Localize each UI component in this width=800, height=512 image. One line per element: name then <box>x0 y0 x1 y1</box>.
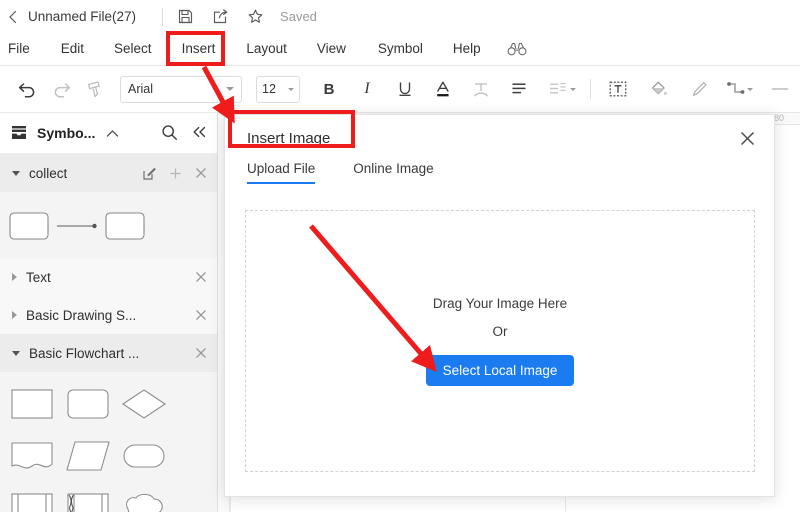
save-status: Saved <box>280 9 317 24</box>
text-box-icon[interactable] <box>605 76 631 102</box>
font-size-value: 12 <box>262 82 276 96</box>
toolbar: Arial 12 B I <box>0 66 800 112</box>
tab-online-image[interactable]: Online Image <box>353 161 433 184</box>
chevron-right-icon <box>12 311 17 319</box>
shape-document[interactable] <box>8 432 56 480</box>
font-family-select[interactable]: Arial <box>120 75 242 103</box>
format-painter-icon[interactable] <box>82 76 108 102</box>
save-floppy-icon[interactable] <box>177 8 194 25</box>
sidebar-section-text[interactable]: Text <box>0 258 217 296</box>
redo-icon[interactable] <box>48 76 74 102</box>
back-icon[interactable] <box>0 0 26 33</box>
double-chevron-left-icon[interactable] <box>192 126 207 141</box>
sidebar-section-collect[interactable]: collect <box>0 154 217 192</box>
document-title: Unnamed File(27) <box>28 9 137 24</box>
italic-button[interactable]: I <box>354 76 380 102</box>
minus-icon[interactable] <box>767 76 793 102</box>
shape-rounded-rectangle[interactable] <box>64 380 112 428</box>
edit-icon[interactable] <box>143 167 156 180</box>
sidebar-section-basic-flowchart[interactable]: Basic Flowchart ... <box>0 334 217 372</box>
shape-rounded-rectangle[interactable] <box>102 204 148 248</box>
fill-bucket-icon[interactable] <box>645 76 671 102</box>
sidebar-section-label: Text <box>26 269 51 285</box>
chevron-up-icon[interactable] <box>106 129 119 138</box>
shape-stadium[interactable] <box>120 432 168 480</box>
flowchart-shape-grid <box>0 372 217 512</box>
chevron-down-icon <box>288 87 294 91</box>
dropzone-or-text: Or <box>492 324 508 339</box>
menu-edit[interactable]: Edit <box>61 33 84 65</box>
underline-icon[interactable] <box>392 76 418 102</box>
chevron-down-icon <box>12 350 20 356</box>
share-export-icon[interactable] <box>212 8 229 25</box>
dropzone-drag-text: Drag Your Image Here <box>432 296 568 311</box>
sidebar-title: Symbo... <box>37 125 96 141</box>
menu-symbol[interactable]: Symbol <box>378 33 423 65</box>
bold-label: B <box>323 80 335 98</box>
menu-help[interactable]: Help <box>453 33 481 65</box>
shape-arrow-connector[interactable] <box>52 204 102 248</box>
align-left-icon[interactable] <box>506 76 532 102</box>
menu-file[interactable]: File <box>8 33 30 65</box>
dialog-tabs: Upload File Online Image <box>225 161 774 196</box>
titlebar-divider <box>162 7 164 26</box>
sidebar-header: Symbo... <box>0 113 217 154</box>
sidebar-section-label: collect <box>29 165 68 181</box>
undo-icon[interactable] <box>14 76 40 102</box>
font-color-icon[interactable] <box>430 76 456 102</box>
chevron-down-icon <box>12 170 20 176</box>
close-icon[interactable] <box>195 167 207 179</box>
sidebar-section-label: Basic Flowchart ... <box>29 345 140 361</box>
image-dropzone[interactable]: Drag Your Image Here Or Select Local Ima… <box>245 210 755 472</box>
app-window: Unnamed File(27) Saved File Edit Select … <box>0 0 800 512</box>
tab-upload-file[interactable]: Upload File <box>247 161 316 184</box>
menu-insert[interactable]: Insert <box>182 33 216 65</box>
title-bar: Unnamed File(27) Saved <box>0 0 800 33</box>
dialog-header: Insert Image <box>225 115 774 161</box>
ruler-label: 80 <box>774 113 785 123</box>
shape-rounded-rectangle[interactable] <box>6 204 52 248</box>
menu-layout[interactable]: Layout <box>246 33 287 65</box>
chevron-down-icon[interactable] <box>570 87 576 91</box>
font-family-value: Arial <box>128 82 154 96</box>
symbol-sidebar: Symbo... collect Text Basic Drawing S...… <box>0 113 218 512</box>
chevron-right-icon <box>12 273 17 281</box>
shape-parallelogram[interactable] <box>64 432 112 480</box>
shape-diamond[interactable] <box>120 380 168 428</box>
sidebar-section-basic-drawing[interactable]: Basic Drawing S... <box>0 296 217 334</box>
menu-view[interactable]: View <box>317 33 346 65</box>
menu-select[interactable]: Select <box>114 33 152 65</box>
dialog-title: Insert Image <box>247 129 331 147</box>
menu-bar: File Edit Select Insert Layout View Symb… <box>0 33 800 65</box>
connector-line-icon[interactable] <box>725 76 749 102</box>
bold-button[interactable]: B <box>316 76 342 102</box>
chevron-down-icon <box>226 87 234 91</box>
sidebar-section-label: Basic Drawing S... <box>26 307 137 323</box>
italic-label: I <box>364 80 370 97</box>
close-icon[interactable] <box>195 271 207 283</box>
collect-shape-strip <box>0 192 217 258</box>
font-size-select[interactable]: 12 <box>256 75 300 103</box>
chevron-down-icon[interactable] <box>747 87 753 91</box>
close-icon[interactable] <box>195 347 207 359</box>
close-icon[interactable] <box>195 309 207 321</box>
close-icon[interactable] <box>736 127 758 149</box>
select-local-image-button[interactable]: Select Local Image <box>425 355 575 386</box>
shape-predefined-process[interactable] <box>8 484 56 512</box>
search-icon[interactable] <box>161 124 179 142</box>
toolbar-divider <box>590 79 591 99</box>
text-arc-icon[interactable] <box>468 76 494 102</box>
star-icon[interactable] <box>247 8 264 25</box>
insert-image-dialog: Insert Image Upload File Online Image Dr… <box>224 114 775 497</box>
shape-cloud[interactable] <box>120 484 168 512</box>
shape-rectangle[interactable] <box>8 380 56 428</box>
shape-internal-storage[interactable] <box>64 484 112 512</box>
binoculars-icon[interactable] <box>507 33 527 65</box>
pen-brush-icon[interactable] <box>685 76 711 102</box>
symbol-library-icon <box>10 124 28 142</box>
plus-icon[interactable] <box>169 167 182 180</box>
